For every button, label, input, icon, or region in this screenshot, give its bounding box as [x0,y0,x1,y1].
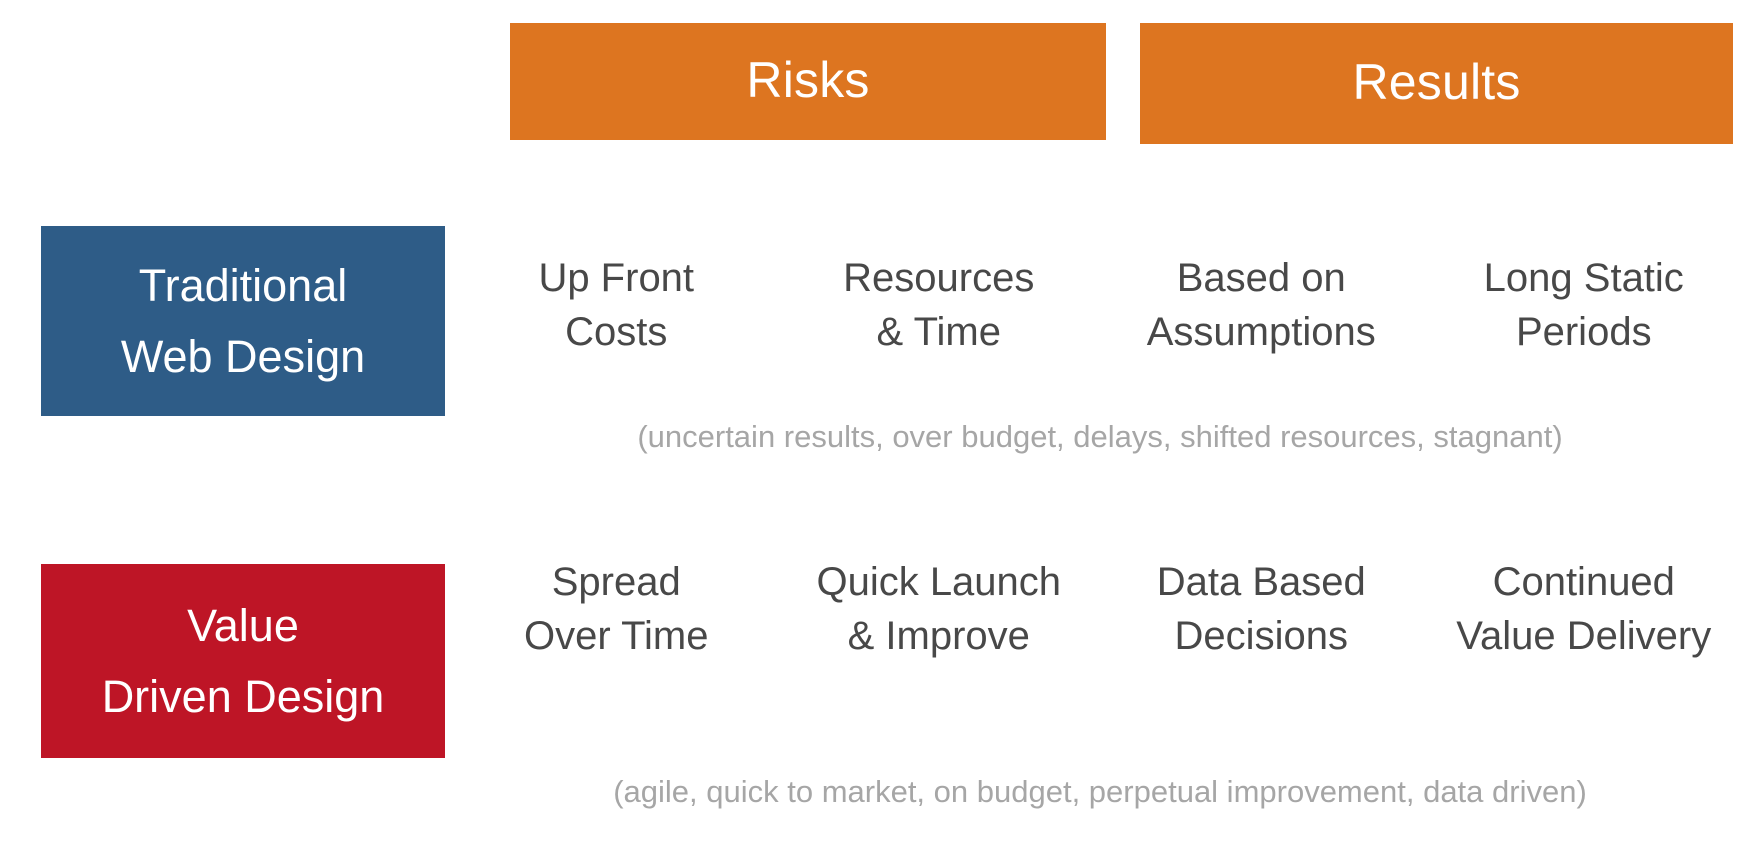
cell-traditional-risk-2-line1: Resources [843,256,1035,300]
cell-value-risk-1-line1: Spread [551,560,681,604]
cell-value-risk-2-line1: Quick Launch [816,560,1062,604]
row-label-traditional-line2: Web Design [120,331,366,382]
cell-value-result-2: Continued Value Delivery [1423,556,1746,663]
content-row-value: Spread Over Time Quick Launch & Improve … [455,556,1745,663]
cell-value-result-2-line1: Continued [1492,560,1675,604]
cell-traditional-risk-1: Up Front Costs [455,252,778,359]
cell-traditional-result-1: Based on Assumptions [1100,252,1423,359]
column-header-results-label: Results [1352,53,1521,110]
cell-traditional-result-1-line2: Assumptions [1146,309,1376,354]
cell-traditional-risk-1-line2: Costs [565,309,668,354]
cell-value-result-2-line2: Value Delivery [1456,613,1712,658]
cell-traditional-result-1-line1: Based on [1176,256,1346,300]
row-note-traditional: (uncertain results, over budget, delays,… [637,419,1563,454]
cell-traditional-risk-2-line2: & Time [876,309,1001,354]
comparison-matrix-slide: Risks Results Traditional Web Design Up … [0,0,1758,868]
cell-value-result-1-line1: Data Based [1156,560,1366,604]
cell-value-risk-1: Spread Over Time [455,556,778,663]
row-label-value-line1: Value [187,599,299,651]
row-note-value: (agile, quick to market, on budget, perp… [613,774,1587,809]
row-label-value-line2: Driven Design [101,671,385,722]
cell-value-risk-2: Quick Launch & Improve [778,556,1101,663]
cell-value-risk-2-line2: & Improve [847,613,1030,658]
cell-value-risk-1-line2: Over Time [524,613,709,658]
cell-traditional-risk-1-line1: Up Front [538,256,695,300]
row-label-value-driven-design: Value Driven Design [41,564,445,758]
cell-traditional-result-2: Long Static Periods [1423,252,1746,359]
row-label-traditional-web-design: Traditional Web Design [41,226,445,416]
column-header-risks: Risks [510,23,1106,140]
cell-value-result-1: Data Based Decisions [1100,556,1423,663]
cell-traditional-result-2-line1: Long Static [1483,256,1684,300]
cell-traditional-risk-2: Resources & Time [778,252,1101,359]
column-header-risks-label: Risks [746,51,870,108]
row-label-traditional-line1: Traditional [138,259,348,311]
column-header-results: Results [1140,23,1733,144]
cell-traditional-result-2-line2: Periods [1515,309,1652,354]
content-row-traditional: Up Front Costs Resources & Time Based on… [455,252,1745,359]
cell-value-result-1-line2: Decisions [1174,613,1348,658]
